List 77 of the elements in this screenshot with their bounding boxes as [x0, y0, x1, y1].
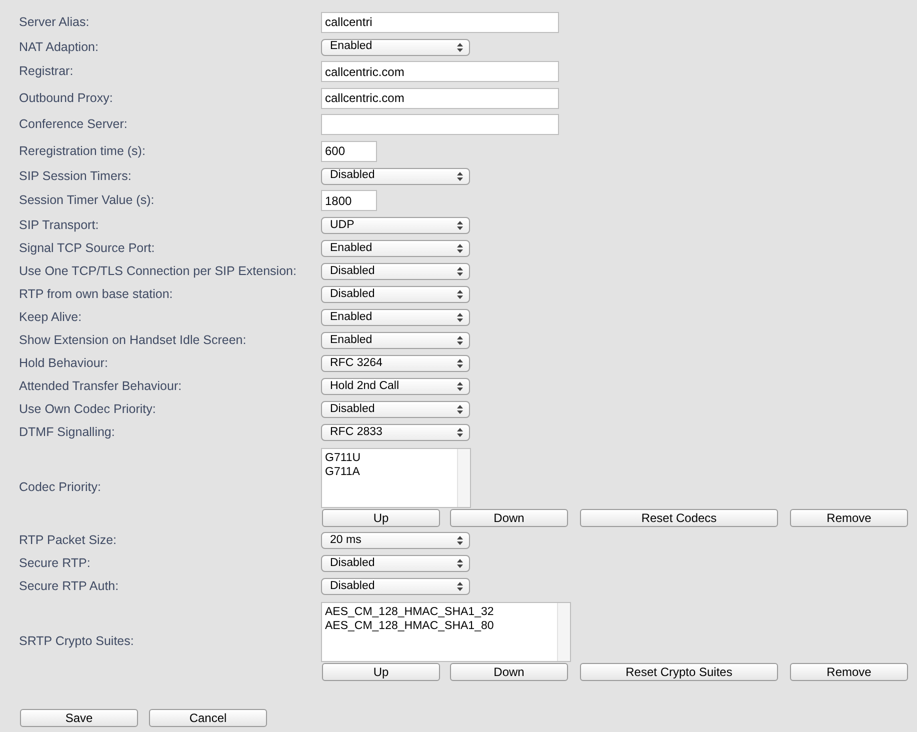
field-label: RTP Packet Size: [19, 532, 118, 550]
cancel-button[interactable]: Cancel [149, 709, 267, 727]
field-label: Codec Priority: [19, 479, 102, 496]
field-label: DTMF Signalling: [19, 424, 116, 442]
list-button[interactable]: Remove [790, 663, 908, 681]
select-dropdown[interactable]: Enabled [321, 38, 470, 56]
list-button[interactable]: Up [322, 509, 440, 527]
updown-arrows-icon [457, 536, 463, 545]
updown-arrows-icon [457, 221, 463, 230]
list-button[interactable]: Reset Crypto Suites [580, 663, 778, 681]
field-label: Show Extension on Handset Idle Screen: [19, 332, 248, 350]
field-label: SIP Session Timers: [19, 168, 132, 185]
text-field[interactable]: 1800 [321, 190, 377, 212]
select-dropdown[interactable]: Hold 2nd Call [321, 378, 470, 395]
field-label: Secure RTP Auth: [19, 578, 120, 596]
field-label: Reregistration time (s): [19, 142, 146, 160]
field-label: Server Alias: [19, 14, 90, 31]
field-label: SRTP Crypto Suites: [19, 633, 135, 650]
field-label: Registrar: [19, 63, 74, 80]
field-label: RTP from own base station: [19, 286, 174, 304]
updown-arrows-icon [457, 382, 463, 391]
field-label: Secure RTP: [19, 555, 92, 572]
select-dropdown[interactable]: RFC 3264 [321, 355, 470, 372]
select-dropdown[interactable]: Enabled [321, 309, 470, 326]
updown-arrows-icon [457, 313, 463, 322]
updown-arrows-icon [457, 428, 463, 437]
text-field[interactable]: 600 [321, 140, 377, 162]
select-dropdown[interactable]: Enabled [321, 240, 470, 257]
updown-arrows-icon [457, 290, 463, 299]
select-dropdown[interactable]: 20 ms [321, 532, 470, 549]
list-box[interactable]: AES_CM_128_HMAC_SHA1_32 AES_CM_128_HMAC_SHA1_80 [321, 602, 571, 662]
text-field[interactable]: callcentri [321, 12, 559, 33]
list-item[interactable]: G711A [325, 465, 457, 479]
select-dropdown[interactable]: Disabled [321, 168, 470, 184]
text-field[interactable]: callcentric.com [321, 88, 559, 109]
list-item[interactable]: G711U [325, 451, 457, 465]
select-dropdown[interactable]: Disabled [321, 555, 470, 572]
select-dropdown[interactable]: UDP [321, 217, 470, 234]
field-label: Use One TCP/TLS Connection per SIP Extension: [19, 263, 298, 280]
field-label: NAT Adaption: [19, 38, 100, 56]
field-label: Signal TCP Source Port: [19, 240, 156, 258]
updown-arrows-icon [457, 267, 463, 276]
field-label: Hold Behaviour: [19, 355, 109, 372]
list-button[interactable]: Reset Codecs [580, 509, 778, 527]
field-label: SIP Transport: [19, 217, 100, 234]
updown-arrows-icon [457, 582, 463, 591]
select-dropdown[interactable]: Enabled [321, 332, 470, 349]
field-label: Use Own Codec Priority: [19, 401, 157, 418]
list-button[interactable]: Down [450, 663, 568, 681]
select-dropdown[interactable]: Disabled [321, 263, 470, 280]
select-dropdown[interactable]: Disabled [321, 578, 470, 595]
select-dropdown[interactable]: Disabled [321, 401, 470, 418]
field-label: Outbound Proxy: [19, 90, 114, 107]
list-button[interactable]: Remove [790, 509, 908, 527]
field-label: Conference Server: [19, 116, 128, 134]
scrollbar-track [457, 449, 470, 507]
select-dropdown[interactable]: Disabled [321, 286, 470, 303]
list-item[interactable]: AES_CM_128_HMAC_SHA1_32 [325, 605, 557, 619]
field-label: Attended Transfer Behaviour: [19, 378, 183, 396]
text-field[interactable] [321, 114, 559, 136]
list-button[interactable]: Down [450, 509, 568, 527]
select-dropdown[interactable]: RFC 2833 [321, 424, 470, 441]
field-label: Keep Alive: [19, 309, 83, 326]
updown-arrows-icon [457, 42, 463, 52]
field-label: Session Timer Value (s): [19, 192, 156, 210]
list-button[interactable]: Up [322, 663, 440, 681]
updown-arrows-icon [457, 359, 463, 368]
updown-arrows-icon [457, 172, 463, 180]
updown-arrows-icon [457, 336, 463, 345]
text-field[interactable]: callcentric.com [321, 61, 559, 82]
updown-arrows-icon [457, 559, 463, 568]
updown-arrows-icon [457, 405, 463, 414]
list-item[interactable]: AES_CM_128_HMAC_SHA1_80 [325, 619, 557, 633]
updown-arrows-icon [457, 244, 463, 253]
save-button[interactable]: Save [20, 709, 138, 727]
scrollbar-track [557, 603, 570, 661]
list-box[interactable]: G711U G711A [321, 448, 471, 508]
